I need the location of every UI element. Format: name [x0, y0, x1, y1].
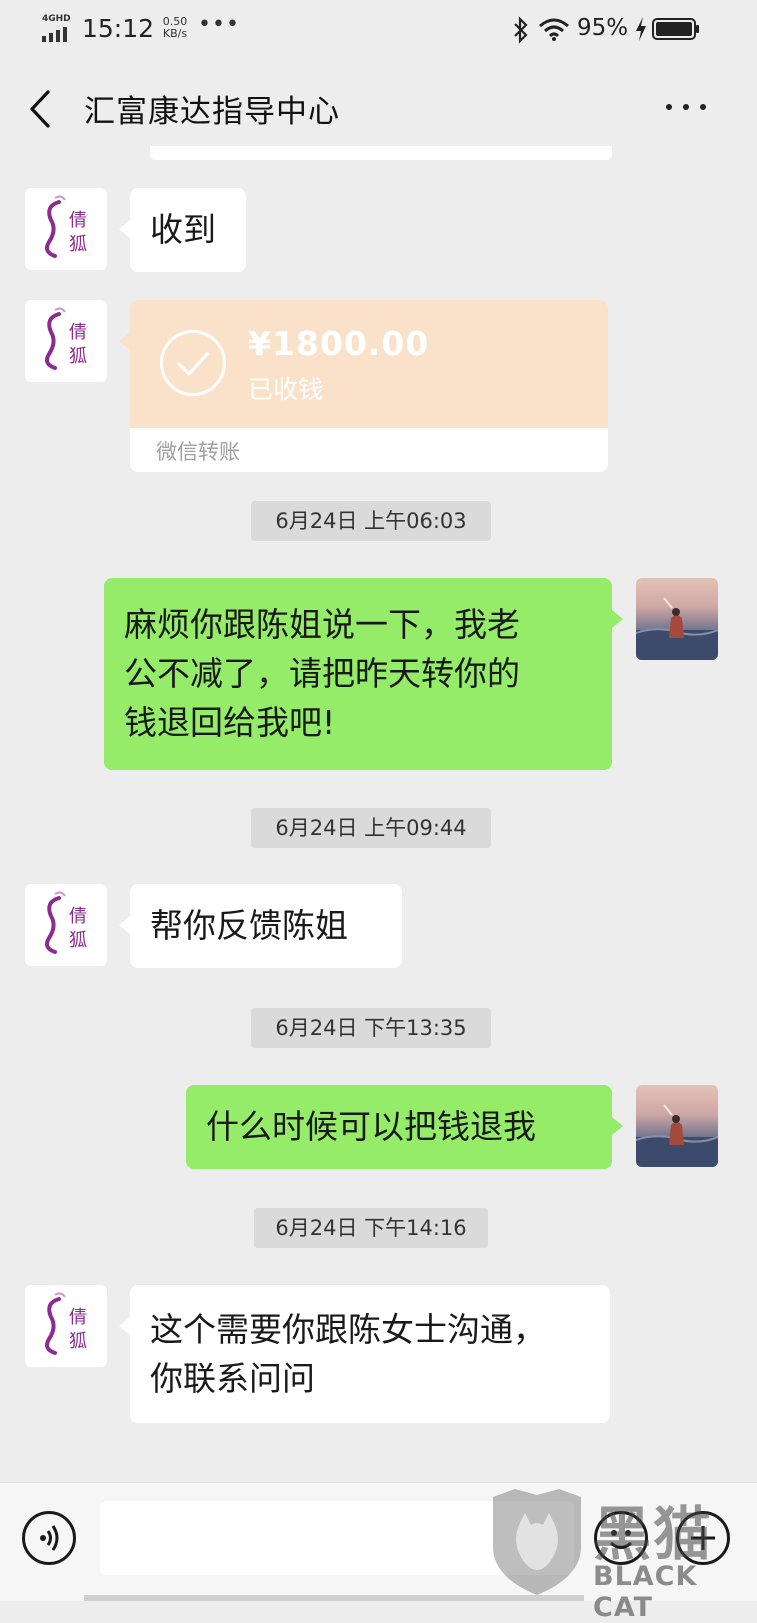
brand-logo-icon: 倩 狐 — [45, 307, 87, 370]
wifi-icon — [539, 18, 569, 41]
status-time: 15:12 — [82, 14, 155, 43]
charging-icon — [636, 17, 646, 41]
brand-char-1: 倩 — [69, 1307, 87, 1328]
more-options-icon[interactable] — [664, 96, 708, 116]
message-bubble-received[interactable]: 收到 — [130, 188, 246, 272]
message-line: 公不减了，请把昨天转你的 — [124, 654, 520, 693]
chat-title: 汇富康达指导中心 — [84, 94, 340, 130]
brand-char-2: 狐 — [69, 234, 87, 255]
voice-input-button[interactable] — [22, 1511, 76, 1565]
message-bubble-received[interactable]: 这个需要你跟陈女士沟通， 你联系问问 — [130, 1285, 610, 1423]
more-notifications-icon: ••• — [198, 12, 240, 37]
contact-avatar[interactable]: 倩 狐 — [25, 884, 107, 966]
timestamp: 6月24日 上午06:03 — [251, 501, 491, 541]
user-photo-icon — [636, 1104, 718, 1167]
brand-char-2: 狐 — [69, 346, 87, 367]
transfer-card[interactable]: ¥1800.00 已收钱 微信转账 — [130, 300, 608, 472]
network-speed: 0.50 KB/s — [158, 16, 192, 40]
timestamp: 6月24日 上午09:44 — [251, 808, 491, 848]
transfer-status: 已收钱 — [248, 375, 324, 404]
message-bubble-sent[interactable]: 麻烦你跟陈姐说一下，我老 公不减了，请把昨天转你的 钱退回给我吧! — [104, 578, 612, 770]
user-photo-icon — [636, 597, 718, 660]
user-avatar[interactable] — [636, 578, 718, 660]
brand-char-1: 倩 — [69, 210, 87, 231]
message-text: 这个需要你跟陈女士沟通， 你联系问问 — [150, 1305, 546, 1403]
transfer-label: 微信转账 — [156, 440, 240, 464]
back-arrow-icon[interactable] — [24, 88, 58, 130]
chat-header: 汇富康达指导中心 — [0, 60, 757, 156]
transfer-amount: ¥1800.00 — [248, 324, 430, 363]
message-text: 什么时候可以把钱退我 — [206, 1107, 536, 1146]
message-line: 你联系问问 — [150, 1359, 315, 1398]
message-bubble-sent[interactable]: 什么时候可以把钱退我 — [186, 1085, 612, 1169]
contact-avatar[interactable]: 倩 狐 — [25, 188, 107, 270]
message-text: 麻烦你跟陈姐说一下，我老 公不减了，请把昨天转你的 钱退回给我吧! — [124, 600, 520, 747]
watermark-chinese: 黑猫 — [593, 1500, 714, 1568]
brand-char-1: 倩 — [69, 906, 87, 927]
message-line: 麻烦你跟陈姐说一下，我老 — [124, 605, 520, 644]
message-line: 这个需要你跟陈女士沟通， — [150, 1310, 546, 1349]
timestamp: 6月24日 下午13:35 — [251, 1008, 491, 1048]
watermark-english: BLACK CAT — [593, 1561, 698, 1623]
check-circle-icon — [160, 330, 226, 396]
message-line: 钱退回给我吧! — [124, 703, 336, 742]
cat-logo-icon — [493, 1489, 581, 1595]
brand-logo-icon: 倩 狐 — [45, 891, 87, 954]
message-text: 帮你反馈陈姐 — [150, 906, 348, 945]
brand-char-2: 狐 — [69, 1331, 87, 1352]
network-speed-unit: KB/s — [162, 27, 188, 40]
brand-char-2: 狐 — [69, 930, 87, 951]
message-text: 收到 — [150, 210, 216, 249]
battery-percent: 95% — [577, 15, 629, 41]
bluetooth-icon — [514, 16, 528, 44]
user-avatar[interactable] — [636, 1085, 718, 1167]
contact-avatar[interactable]: 倩 狐 — [25, 300, 107, 382]
previous-message-bubble — [150, 146, 612, 160]
timestamp: 6月24日 下午14:16 — [254, 1208, 488, 1248]
status-bar: 4GHD 15:12 0.50 KB/s ••• 95% — [0, 0, 757, 60]
watermark: 黑猫 BLACK CAT — [485, 1485, 757, 1623]
brand-logo-icon: 倩 狐 — [45, 1292, 87, 1355]
cellular-signal-icon: 4GHD — [40, 14, 76, 42]
contact-avatar[interactable]: 倩 狐 — [25, 1285, 107, 1367]
brand-logo-icon: 倩 狐 — [45, 195, 87, 258]
network-type: 4GHD — [42, 14, 71, 24]
brand-char-1: 倩 — [69, 322, 87, 343]
battery-icon — [652, 18, 699, 40]
voice-icon — [40, 1525, 59, 1551]
transfer-card-top: ¥1800.00 已收钱 — [130, 300, 608, 428]
message-bubble-received[interactable]: 帮你反馈陈姐 — [130, 884, 402, 968]
